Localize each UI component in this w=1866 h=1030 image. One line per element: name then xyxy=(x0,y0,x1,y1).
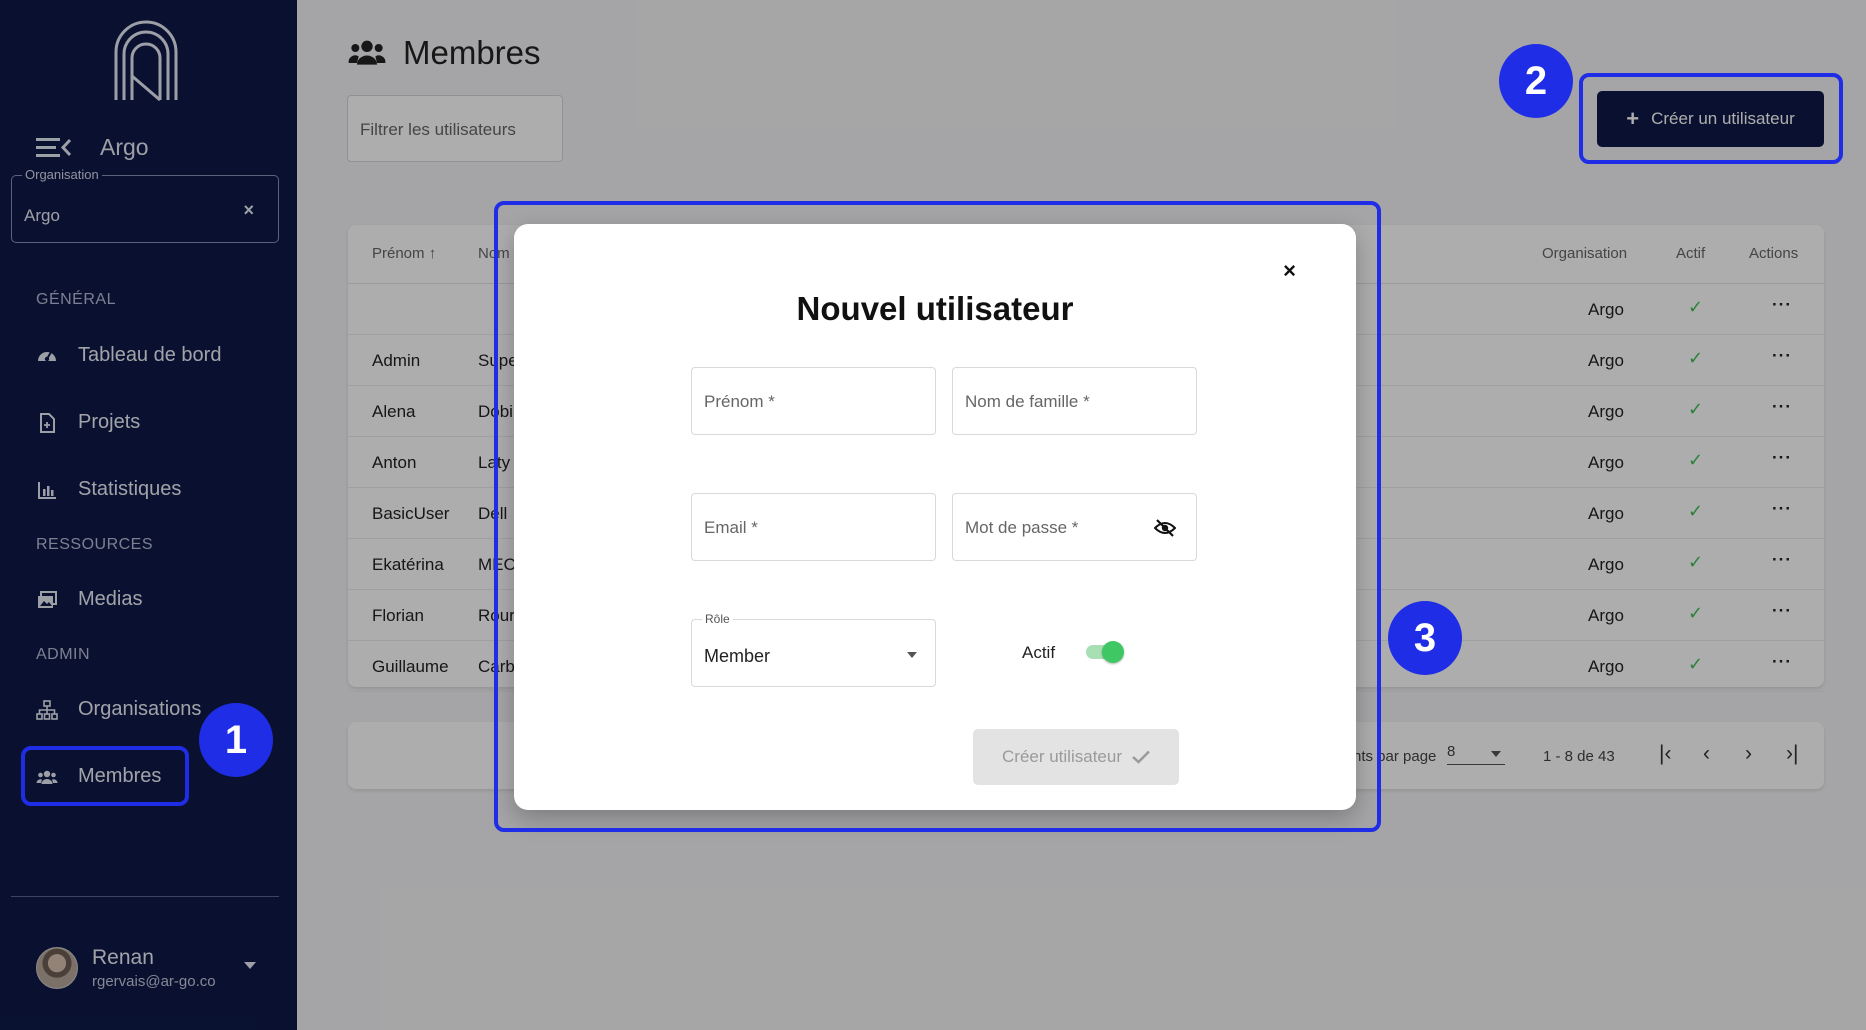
highlight-dialog xyxy=(494,201,1381,832)
step-badge-2: 2 xyxy=(1499,44,1573,118)
highlight-membres xyxy=(21,746,189,806)
step-badge-1: 1 xyxy=(199,703,273,777)
highlight-create-button xyxy=(1579,73,1843,164)
step-badge-3: 3 xyxy=(1388,601,1462,675)
